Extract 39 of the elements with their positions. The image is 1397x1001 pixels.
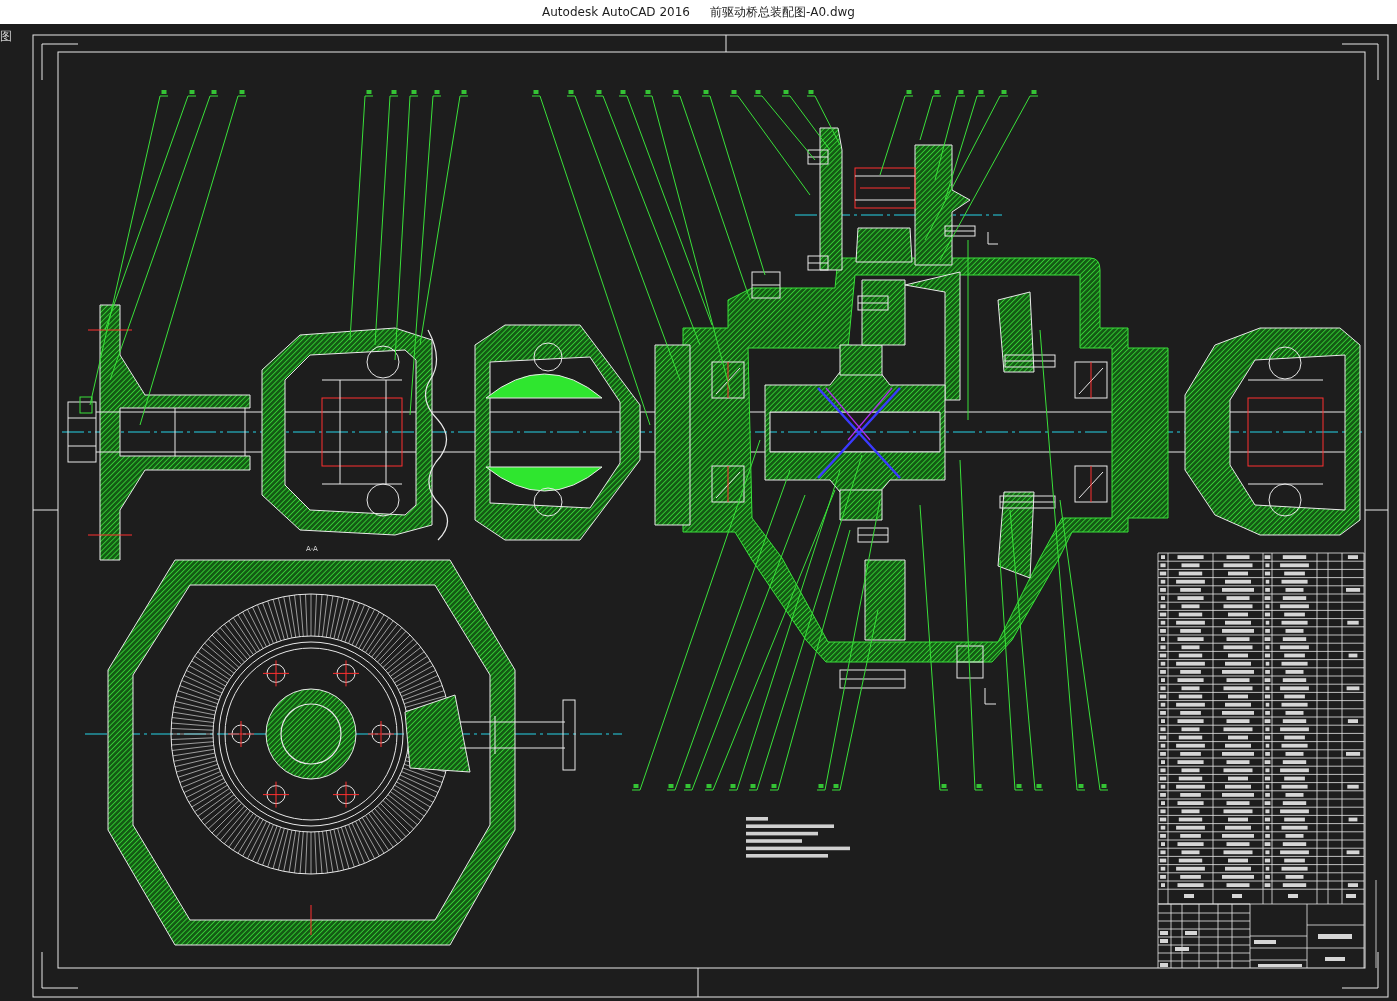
file-name: 前驱动桥总装配图-A0.dwg <box>709 3 855 21</box>
bolt-hole <box>332 781 360 809</box>
viewport-label[interactable]: 图 <box>0 28 12 45</box>
bolt <box>751 271 781 299</box>
nut <box>67 396 97 463</box>
pinion-gear <box>854 167 916 209</box>
section-marker <box>984 687 997 705</box>
bearing <box>1074 465 1108 503</box>
bolt <box>839 669 906 689</box>
section-marker <box>987 231 999 245</box>
spider-gear <box>839 344 883 376</box>
bolt <box>857 527 889 543</box>
bolt <box>999 495 1056 509</box>
bolt-hole <box>227 720 255 748</box>
spider-gear <box>839 489 883 521</box>
bearing-ball <box>533 487 563 517</box>
bolt <box>857 295 889 311</box>
bolt-hole <box>262 781 290 809</box>
bolt <box>944 225 976 237</box>
hub-bore <box>280 703 342 765</box>
spider-shaft <box>861 279 906 346</box>
bearing-ball <box>1268 346 1302 380</box>
bolt <box>807 255 829 271</box>
center-line <box>310 904 312 936</box>
app-title: Autodesk AutoCAD 2016 <box>542 5 690 19</box>
bearing-ball <box>366 483 400 517</box>
pinion-hub <box>855 227 913 263</box>
bearing-ball <box>366 345 400 379</box>
drain-plug <box>956 645 984 679</box>
bolt-hole <box>367 720 395 748</box>
bearing <box>1074 361 1108 399</box>
bolt <box>807 149 829 165</box>
bolt-hole <box>262 659 290 687</box>
bolt <box>1004 354 1056 368</box>
bearing-ball <box>533 342 563 372</box>
bolt-hole <box>332 659 360 687</box>
bearing <box>711 361 745 399</box>
bearing <box>711 465 745 503</box>
bearing-ball <box>1268 483 1302 517</box>
